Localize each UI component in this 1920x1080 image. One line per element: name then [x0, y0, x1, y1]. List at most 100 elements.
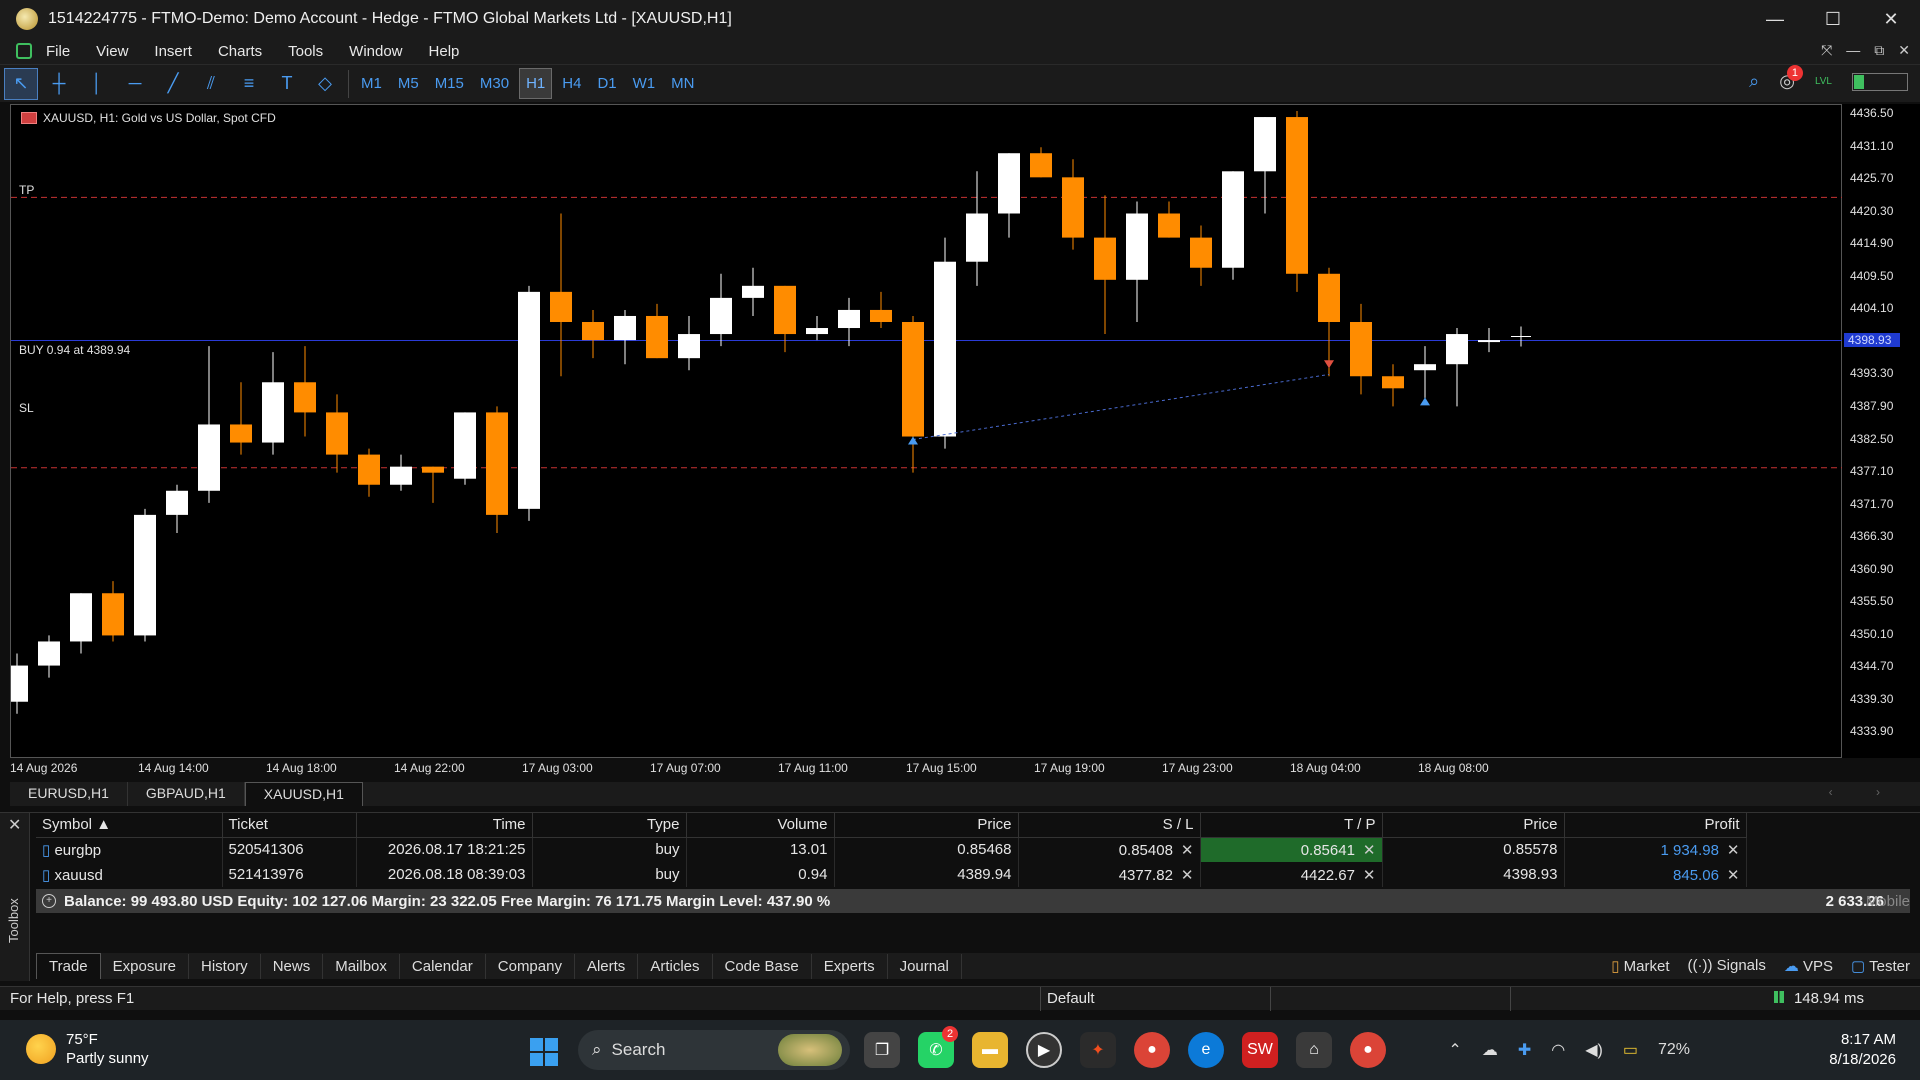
tab-trade[interactable]: Trade — [36, 953, 101, 979]
menu-insert[interactable]: Insert — [154, 43, 192, 60]
edge-icon[interactable]: e — [1188, 1032, 1224, 1068]
tab-articles[interactable]: Articles — [638, 954, 713, 979]
media-player-icon[interactable]: ▶ — [1026, 1032, 1062, 1068]
task-view-icon[interactable]: ❐ — [864, 1032, 900, 1068]
chart-window[interactable]: XAUUSD, H1: Gold vs US Dollar, Spot CFD … — [10, 104, 1843, 759]
vertical-line-icon[interactable]: │ — [80, 68, 114, 100]
market-button[interactable]: ▯ Market — [1611, 957, 1669, 975]
notifications-icon[interactable]: ◎ 1 — [1779, 65, 1803, 92]
menu-view[interactable]: View — [96, 43, 128, 60]
file-explorer-icon[interactable]: ▬ — [972, 1032, 1008, 1068]
timeframe-m1[interactable]: M1 — [355, 69, 388, 98]
close-position-icon[interactable]: ✕ — [1727, 842, 1740, 859]
remove-sl-icon[interactable]: ✕ — [1181, 867, 1194, 884]
vps-button[interactable]: ☁ VPS — [1784, 957, 1833, 975]
profile-name[interactable]: Default — [1040, 987, 1270, 1011]
close-position-icon[interactable]: ✕ — [1727, 867, 1740, 884]
tp-cell[interactable]: 4422.67 ✕ — [1200, 862, 1383, 887]
horizontal-line-icon[interactable]: ─ — [118, 68, 152, 100]
col-type[interactable]: Type — [532, 813, 687, 838]
battery-icon[interactable]: ▭ — [1623, 1040, 1638, 1060]
tab-gbpaud[interactable]: GBPAUD,H1 — [128, 782, 245, 806]
col-profit[interactable]: Profit — [1564, 813, 1747, 838]
timeframe-h4[interactable]: H4 — [556, 69, 587, 98]
toolbox-close-icon[interactable]: ✕ — [8, 815, 21, 835]
defender-icon[interactable]: ✚ — [1518, 1040, 1531, 1060]
onedrive-icon[interactable]: ☁ — [1482, 1040, 1498, 1060]
tab-history[interactable]: History — [189, 954, 261, 979]
col-price[interactable]: Price — [834, 813, 1019, 838]
candlestick-chart[interactable] — [11, 105, 1843, 759]
remove-sl-icon[interactable]: ✕ — [1181, 842, 1194, 859]
col-symbol[interactable]: Symbol ▲ — [36, 813, 223, 838]
solidworks-icon[interactable]: SW — [1242, 1032, 1278, 1068]
weather-widget[interactable]: 75°F Partly sunny — [26, 1030, 149, 1068]
tab-eurusd[interactable]: EURUSD,H1 — [10, 782, 128, 806]
crosshair-tool-icon[interactable]: ┼ — [42, 68, 76, 100]
tab-company[interactable]: Company — [486, 954, 575, 979]
windows-start-icon[interactable] — [530, 1038, 558, 1066]
trendline-icon[interactable]: ╱ — [156, 68, 190, 100]
table-row[interactable]: ▯ eurgbp 520541306 2026.08.17 18:21:25 b… — [36, 837, 1747, 862]
undock-icon[interactable]: ⤧ — [1821, 42, 1832, 59]
connection-status[interactable]: 148.94 ms — [1773, 990, 1864, 1007]
col-volume[interactable]: Volume — [686, 813, 835, 838]
timeframe-mn[interactable]: MN — [665, 69, 700, 98]
col-current-price[interactable]: Price — [1382, 813, 1565, 838]
sl-cell[interactable]: 4377.82 ✕ — [1018, 862, 1201, 887]
signals-button[interactable]: ((·)) Signals — [1688, 957, 1766, 975]
tab-xauusd[interactable]: XAUUSD,H1 — [244, 782, 363, 806]
menu-charts[interactable]: Charts — [218, 43, 262, 60]
tester-button[interactable]: ▢ Tester — [1851, 957, 1910, 975]
col-tp[interactable]: T / P — [1200, 813, 1383, 838]
col-sl[interactable]: S / L — [1018, 813, 1201, 838]
menu-help[interactable]: Help — [429, 43, 460, 60]
close-button[interactable]: ✕ — [1862, 0, 1920, 38]
whatsapp-icon[interactable]: ✆ 2 — [918, 1026, 958, 1068]
tab-calendar[interactable]: Calendar — [400, 954, 486, 979]
chart-menu-icon[interactable] — [16, 43, 32, 59]
search-icon[interactable]: ⌕ — [1749, 71, 1759, 92]
menu-file[interactable]: File — [46, 43, 70, 60]
shapes-tool-icon[interactable]: ◇ — [308, 68, 342, 100]
channel-tool-icon[interactable]: ⫽ — [194, 68, 228, 100]
col-time[interactable]: Time — [356, 813, 533, 838]
child-close-icon[interactable]: ✕ — [1898, 42, 1910, 59]
chrome-profile-icon[interactable]: ● — [1350, 1032, 1386, 1068]
timeframe-m15[interactable]: M15 — [429, 69, 470, 98]
tab-mailbox[interactable]: Mailbox — [323, 954, 400, 979]
sl-cell[interactable]: 0.85408 ✕ — [1018, 837, 1201, 862]
chrome-icon[interactable]: ● — [1134, 1032, 1170, 1068]
wifi-icon[interactable]: ◠ — [1551, 1040, 1565, 1060]
remove-tp-icon[interactable]: ✕ — [1363, 842, 1376, 859]
menu-tools[interactable]: Tools — [288, 43, 323, 60]
tab-experts[interactable]: Experts — [812, 954, 888, 979]
cursor-tool-icon[interactable]: ↖ — [4, 67, 38, 100]
timeframe-m5[interactable]: M5 — [392, 69, 425, 98]
tp-cell[interactable]: 0.85641 ✕ — [1200, 837, 1383, 862]
child-restore-icon[interactable]: ⧉ — [1874, 42, 1884, 59]
timeframe-d1[interactable]: D1 — [591, 69, 622, 98]
text-tool-icon[interactable]: T — [270, 68, 304, 100]
taskbar-search[interactable]: ⌕ Search — [578, 1030, 850, 1070]
chevron-up-icon[interactable]: ⌃ — [1448, 1040, 1461, 1060]
maximize-button[interactable]: ☐ — [1804, 0, 1862, 38]
volume-icon[interactable]: ◀) — [1585, 1040, 1603, 1060]
system-clock[interactable]: 8:17 AM 8/18/2026 — [1829, 1030, 1896, 1070]
figma-icon[interactable]: ✦ — [1080, 1032, 1116, 1068]
timeframe-h1[interactable]: H1 — [519, 68, 553, 99]
tab-code-base[interactable]: Code Base — [713, 954, 812, 979]
timeframe-m30[interactable]: M30 — [474, 69, 515, 98]
tab-alerts[interactable]: Alerts — [575, 954, 639, 979]
table-row[interactable]: ▯ xauusd 521413976 2026.08.18 08:39:03 b… — [36, 862, 1747, 887]
tab-exposure[interactable]: Exposure — [101, 954, 190, 979]
minimize-button[interactable]: — — [1746, 0, 1804, 38]
tab-news[interactable]: News — [261, 954, 324, 979]
col-ticket[interactable]: Ticket — [222, 813, 357, 838]
remove-tp-icon[interactable]: ✕ — [1363, 867, 1376, 884]
tab-journal[interactable]: Journal — [888, 954, 962, 979]
tab-scroll-arrows[interactable]: ‹ › — [1829, 785, 1900, 799]
timeframe-w1[interactable]: W1 — [627, 69, 662, 98]
fibonacci-tool-icon[interactable]: ≡ — [232, 68, 266, 100]
menu-window[interactable]: Window — [349, 43, 402, 60]
